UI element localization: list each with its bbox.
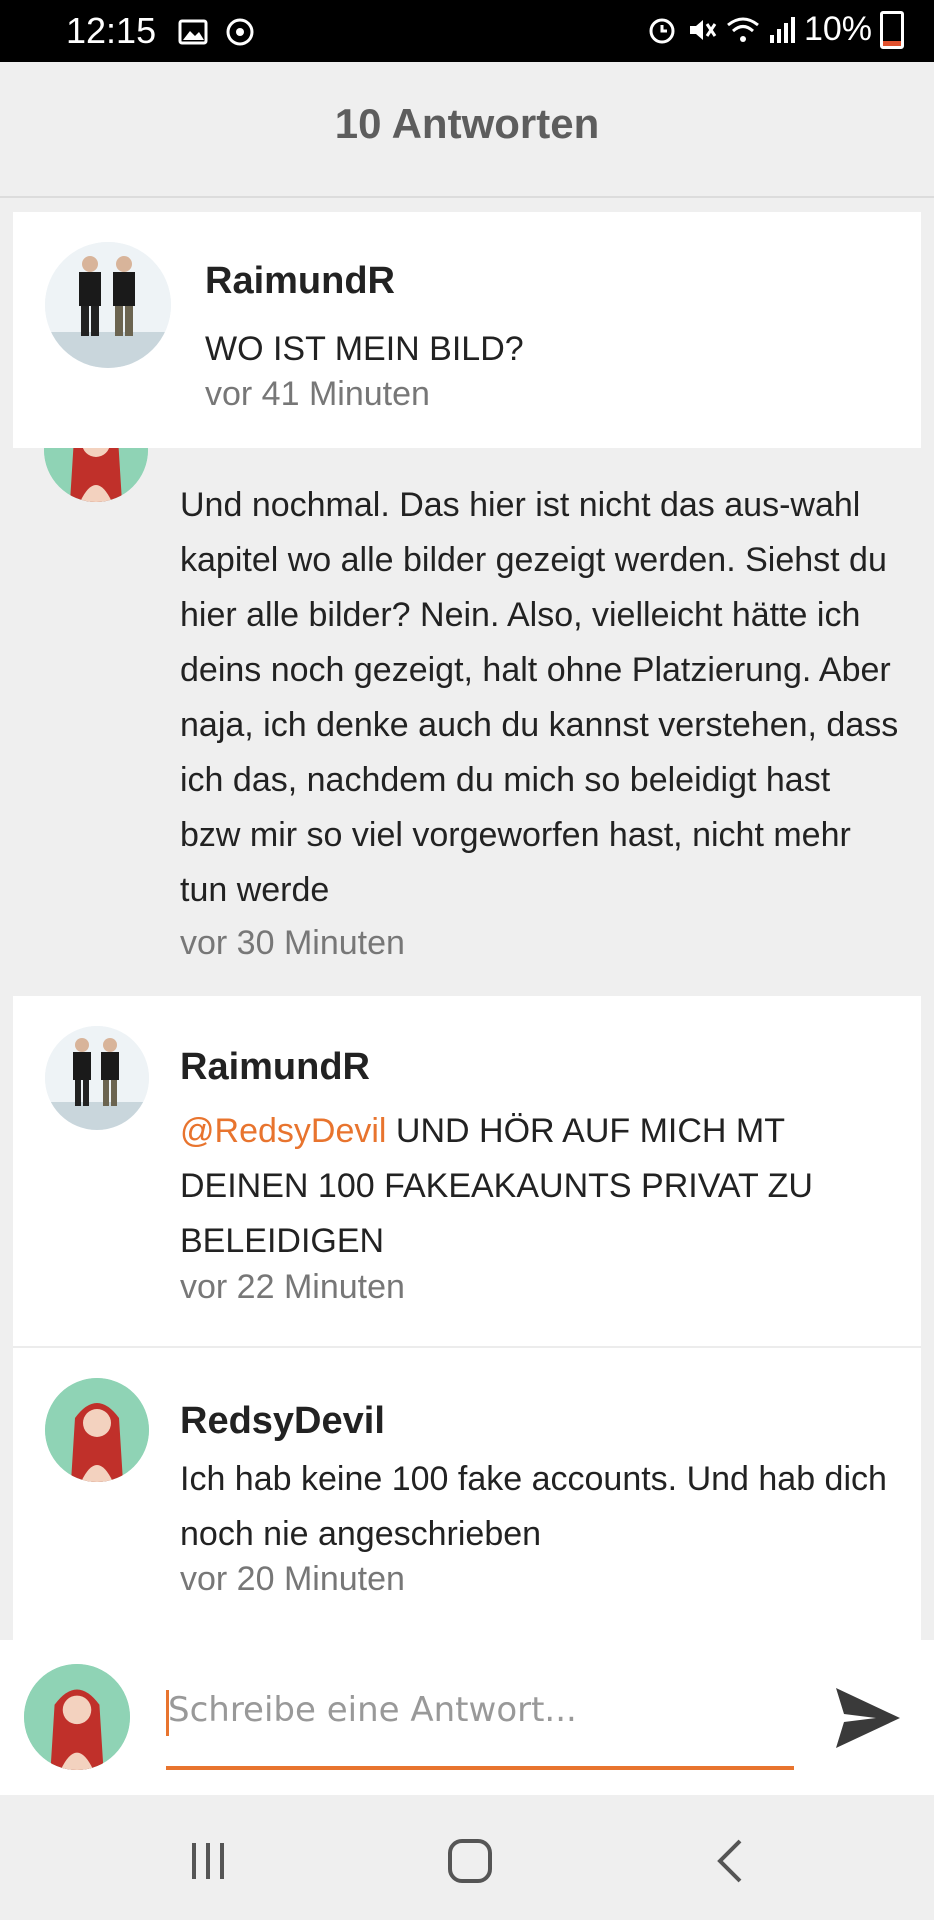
avatar[interactable] [45,1378,149,1482]
replies-header: 10 Antworten [0,62,934,198]
status-right-icons: 10% [646,10,904,49]
image-icon [178,19,208,45]
status-bar: 12:15 10% [0,0,934,62]
reply-text: @RedsyDevil UND HÖR AUF MICH MT DEINEN 1… [180,1104,900,1269]
page-title: 10 Antworten [334,100,600,147]
home-icon[interactable] [440,1831,500,1891]
avatar [24,1664,130,1770]
mention-link[interactable]: @RedsyDevil [180,1112,386,1150]
input-underline [166,1766,794,1770]
reply-composer [0,1640,934,1795]
comment-time: vor 41 Minuten [205,375,430,413]
reply-author[interactable]: RaimundR [180,1046,370,1089]
send-icon[interactable] [832,1682,904,1754]
reply-text: Und nochmal. Das hier ist nicht das aus-… [180,486,899,909]
reply-time: vor 30 Minuten [180,924,405,962]
reply-item: RedsyDevil Ich hab keine 100 fake accoun… [13,1348,921,1640]
avatar[interactable] [45,242,171,368]
text-caret [166,1690,169,1736]
recent-apps-icon[interactable] [178,1831,238,1891]
wifi-icon [727,17,759,42]
comment-text: WO IST MEIN BILD? [205,330,524,368]
reply-time: vor 22 Minuten [180,1268,405,1306]
reply-input[interactable] [166,1684,796,1736]
comment-author[interactable]: RaimundR [205,260,395,303]
alarm-icon [649,18,675,43]
sync-icon [226,18,254,46]
status-left-icons [178,14,256,48]
reply-text: Ich hab keine 100 fake accounts. Und hab… [180,1460,887,1553]
mute-icon [689,19,717,40]
reply-item: Und nochmal. Das hier ist nicht das aus-… [0,398,934,996]
reply-item: RaimundR @RedsyDevil UND HÖR AUF MICH MT… [13,996,921,1346]
battery-percent: 10% [803,10,872,48]
back-icon[interactable] [702,1831,762,1891]
reply-author[interactable]: RedsyDevil [180,1400,385,1443]
avatar[interactable] [45,1026,149,1130]
parent-comment: RaimundR WO IST MEIN BILD? vor 41 Minute… [13,212,921,448]
battery-icon [880,10,904,49]
reply-time: vor 20 Minuten [180,1560,405,1598]
status-time: 12:15 [66,10,157,51]
system-nav-bar [0,1795,934,1920]
signal-icon [769,16,795,43]
